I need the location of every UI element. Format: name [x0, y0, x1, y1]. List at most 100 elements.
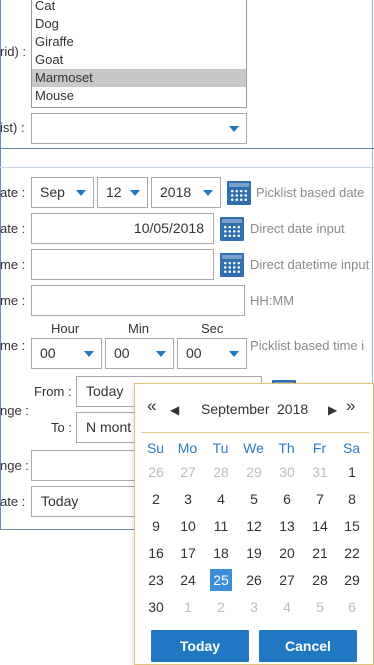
calendar-day[interactable]: 27: [276, 569, 298, 591]
calendar-day[interactable]: 7: [309, 488, 331, 510]
next-month-icon[interactable]: ▶: [328, 402, 337, 418]
calendar-month[interactable]: September: [201, 401, 269, 417]
calendar-day[interactable]: 30: [145, 596, 167, 618]
calendar-icon[interactable]: [220, 253, 244, 277]
date-picklist-hint: Picklist based date: [256, 185, 365, 200]
calendar-day[interactable]: 16: [145, 542, 167, 564]
prev-month-icon[interactable]: ◀: [170, 402, 179, 418]
sec-select[interactable]: 00: [177, 338, 247, 369]
calendar-day[interactable]: 4: [276, 596, 298, 618]
calendar-day[interactable]: 22: [341, 542, 363, 564]
calendar-year[interactable]: 2018: [277, 401, 308, 417]
calendar-day[interactable]: 28: [309, 569, 331, 591]
calendar-day[interactable]: 26: [145, 461, 167, 483]
calendar-day[interactable]: 20: [276, 542, 298, 564]
list-item[interactable]: Goat: [32, 51, 246, 69]
weekday-label: Th: [278, 440, 295, 456]
picklist-label: ist) :: [0, 120, 25, 135]
time-picklist-label: me :: [0, 338, 26, 353]
min-value: 00: [114, 345, 130, 361]
calendar-day[interactable]: 28: [210, 461, 232, 483]
month-select[interactable]: Sep: [31, 177, 94, 208]
calendar-nav: « ◀ September 2018 ▶ »: [135, 394, 374, 424]
calendar-day[interactable]: 14: [309, 515, 331, 537]
chevron-down-icon: [130, 190, 140, 196]
calendar-day[interactable]: 6: [341, 596, 363, 618]
direct-date-input[interactable]: 10/05/2018: [31, 213, 214, 244]
calendar-day[interactable]: 12: [243, 515, 265, 537]
calendar-divider: [141, 432, 369, 433]
cancel-button[interactable]: Cancel: [259, 630, 357, 662]
calendar-day[interactable]: 29: [341, 569, 363, 591]
calendar-day[interactable]: 9: [145, 515, 167, 537]
calendar-day[interactable]: 8: [341, 488, 363, 510]
list-item[interactable]: Cat: [32, 0, 246, 15]
range-label: nge :: [0, 403, 29, 418]
calendar-day[interactable]: 13: [276, 515, 298, 537]
calendar-day[interactable]: 31: [309, 461, 331, 483]
calendar-day[interactable]: 30: [276, 461, 298, 483]
calendar-day-selected[interactable]: 25: [210, 569, 232, 591]
calendar-day[interactable]: 4: [210, 488, 232, 510]
species-list-label: rid) :: [0, 44, 26, 59]
list-item[interactable]: Giraffe: [32, 33, 246, 51]
hour-header: Hour: [51, 321, 80, 336]
day-value: 12: [106, 184, 122, 200]
next-year-icon[interactable]: »: [346, 397, 355, 414]
year-select[interactable]: 2018: [151, 177, 221, 208]
calendar-day[interactable]: 19: [243, 542, 265, 564]
time-input[interactable]: [31, 285, 245, 316]
form-frame-bottom: [0, 529, 140, 530]
calendar-day[interactable]: 18: [210, 542, 232, 564]
list-item-selected[interactable]: Marmoset: [32, 69, 246, 87]
calendar-day[interactable]: 15: [341, 515, 363, 537]
calendar-day[interactable]: 27: [177, 461, 199, 483]
calendar-day[interactable]: 23: [145, 569, 167, 591]
section-divider-light: [0, 167, 374, 168]
today-button[interactable]: Today: [151, 630, 249, 662]
prev-year-icon[interactable]: «: [147, 397, 156, 414]
calendar-day[interactable]: 21: [309, 542, 331, 564]
calendar-day[interactable]: 24: [177, 569, 199, 591]
datetime-label: me :: [0, 257, 26, 272]
calendar-day[interactable]: 6: [276, 488, 298, 510]
date-picklist-label: ate :: [0, 185, 26, 200]
calendar-day[interactable]: 5: [243, 488, 265, 510]
calendar-day[interactable]: 1: [177, 596, 199, 618]
picklist-select[interactable]: [31, 113, 247, 144]
list-item[interactable]: Mouse: [32, 87, 246, 105]
sec-header: Sec: [201, 321, 224, 336]
hour-value: 00: [40, 345, 56, 361]
list-item[interactable]: Dog: [32, 15, 246, 33]
time-picklist-hint: Picklist based time i: [250, 338, 365, 353]
hour-select[interactable]: 00: [31, 338, 102, 369]
calendar-day[interactable]: 11: [210, 515, 232, 537]
min-header: Min: [128, 321, 149, 336]
sec-value: 00: [186, 345, 202, 361]
min-select[interactable]: 00: [105, 338, 174, 369]
calendar-icon[interactable]: [227, 181, 251, 205]
calendar-day[interactable]: 5: [309, 596, 331, 618]
range-from-label: From :: [34, 384, 72, 399]
calendar-day[interactable]: 29: [243, 461, 265, 483]
datetime-hint: Direct datetime input: [250, 257, 370, 272]
weekday-label: Fr: [312, 440, 327, 456]
calendar-day[interactable]: 3: [243, 596, 265, 618]
calendar-day[interactable]: 2: [145, 488, 167, 510]
datetime-input[interactable]: [31, 249, 214, 280]
weekday-label: Tu: [212, 440, 229, 456]
calendar-day[interactable]: 3: [177, 488, 199, 510]
calendar-day[interactable]: 10: [177, 515, 199, 537]
day-select[interactable]: 12: [97, 177, 148, 208]
time-input-label: me :: [0, 293, 26, 308]
calendar-icon[interactable]: [220, 217, 244, 241]
direct-date-hint: Direct date input: [250, 221, 345, 236]
species-listbox[interactable]: Cat Dog Giraffe Goat Marmoset Mouse: [31, 0, 247, 108]
month-value: Sep: [40, 184, 65, 200]
calendar-day[interactable]: 17: [177, 542, 199, 564]
calendar-day[interactable]: 1: [341, 461, 363, 483]
calendar-day[interactable]: 2: [210, 596, 232, 618]
calendar-day[interactable]: 26: [243, 569, 265, 591]
chevron-down-icon: [229, 351, 239, 357]
range-to-label: To :: [51, 420, 72, 435]
